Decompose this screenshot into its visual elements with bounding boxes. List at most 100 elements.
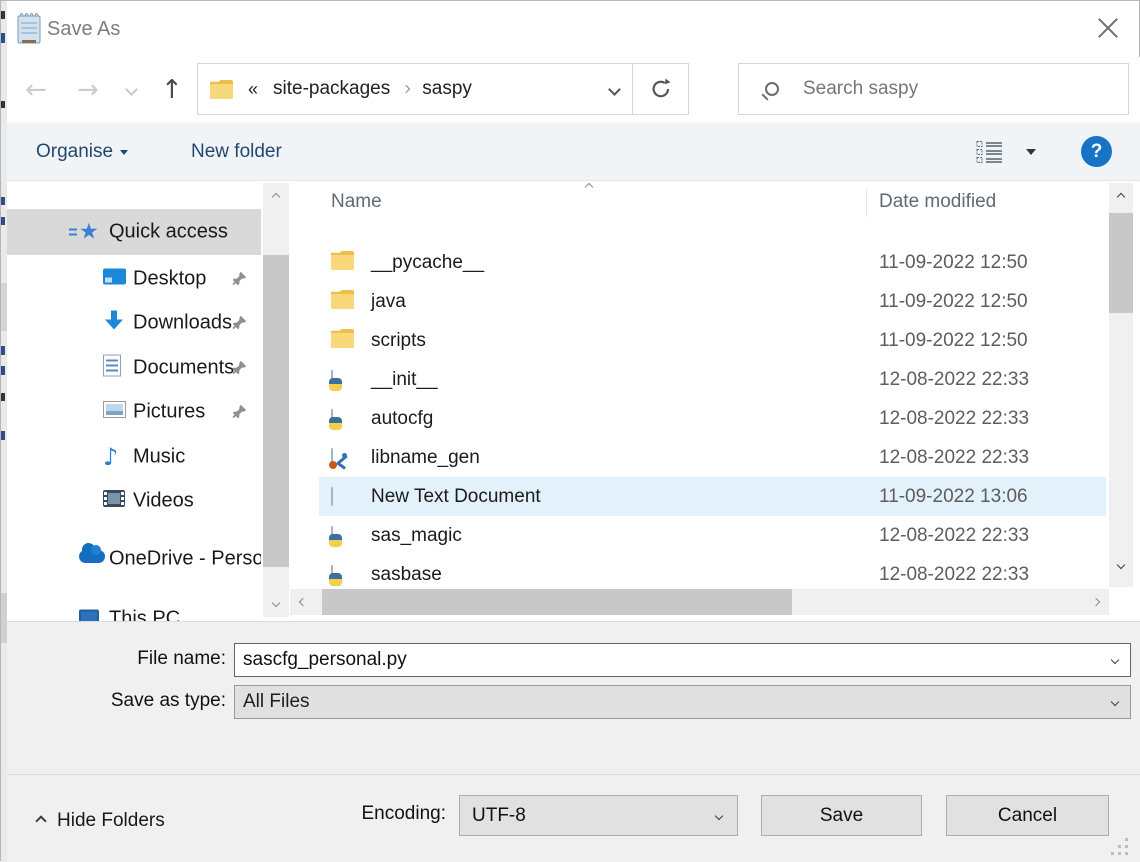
forward-arrow-icon[interactable]: →: [77, 57, 99, 123]
breadcrumb-collapse-chevrons[interactable]: «: [248, 79, 258, 100]
sidebar-item-quick-access[interactable]: ★Quick access: [1, 209, 261, 255]
pushpin-icon: [231, 360, 247, 376]
onedrive-cloud-icon: [79, 550, 105, 563]
sidebar-item-pictures[interactable]: Pictures: [1, 390, 261, 434]
filelist-scroll-up-icon[interactable]: [1109, 189, 1133, 205]
file-row--pycache-[interactable]: __pycache__ 11-09-2022 12:50: [319, 243, 1106, 282]
save-as-type-combobox[interactable]: All Files: [234, 685, 1131, 719]
hide-folders-button[interactable]: Hide Folders: [37, 808, 165, 834]
folder-icon: [210, 80, 233, 99]
file-name-input[interactable]: [235, 649, 1100, 671]
sidebar-item-label: Downloads: [133, 312, 232, 335]
file-row--init-[interactable]: __init__12-08-2022 22:33: [319, 360, 1106, 399]
this-pc-icon: [79, 610, 99, 622]
new-folder-button[interactable]: New folder: [191, 123, 282, 180]
cancel-button[interactable]: Cancel: [946, 795, 1109, 836]
file-name: autocfg: [371, 408, 433, 430]
organise-label: Organise: [36, 141, 113, 162]
sidebar-item-documents[interactable]: Documents: [1, 346, 261, 390]
sidebar-item-label: Videos: [133, 490, 194, 513]
sidebar-item-downloads[interactable]: Downloads: [1, 301, 261, 345]
file-row-java[interactable]: java11-09-2022 12:50: [319, 282, 1106, 321]
save-as-dialog: { "window": { "title": "Save As" }, "nav…: [0, 0, 1140, 861]
encoding-combobox[interactable]: UTF-8: [459, 795, 738, 836]
breadcrumb-segment-saspy[interactable]: saspy: [422, 78, 472, 100]
file-name-combobox[interactable]: [234, 643, 1131, 677]
address-dropdown-icon[interactable]: [596, 64, 632, 114]
scroll-left-icon[interactable]: [294, 589, 312, 615]
encoding-dropdown-icon[interactable]: [701, 813, 737, 819]
python-file-icon: [331, 409, 333, 428]
cancel-button-label: Cancel: [998, 805, 1057, 827]
sidebar-item-this-pc[interactable]: This PC: [1, 597, 261, 621]
filelist-horizontal-scrollbar[interactable]: [290, 589, 1109, 615]
background-window-sliver: [1, 1, 7, 862]
file-list: Name Date modified __pycache__ 11-09-2022…: [289, 181, 1109, 621]
python-file-icon: [331, 370, 333, 389]
file-name: __pycache__: [371, 252, 484, 274]
close-icon[interactable]: [1091, 13, 1125, 45]
sidebar-item-onedrive-person[interactable]: OneDrive - Person: [1, 537, 261, 581]
save-button[interactable]: Save: [761, 795, 922, 836]
file-row-sas-magic[interactable]: sas_magic12-08-2022 22:33: [319, 516, 1106, 555]
scroll-right-icon[interactable]: [1087, 589, 1105, 615]
sidebar-item-label: Quick access: [109, 221, 228, 244]
column-header-name[interactable]: Name: [331, 191, 382, 213]
breadcrumb[interactable]: « site-packages saspy: [198, 64, 596, 114]
file-row-autocfg[interactable]: autocfg12-08-2022 22:33: [319, 399, 1106, 438]
sidebar-item-label: Documents: [133, 357, 234, 380]
up-one-level-icon[interactable]: ↑: [161, 57, 183, 123]
sidebar-item-label: OneDrive - Person: [109, 548, 261, 571]
breadcrumb-segment-site-packages[interactable]: site-packages: [273, 78, 390, 100]
encoding-label: Encoding:: [256, 803, 446, 825]
sidebar-item-music[interactable]: ♪Music: [1, 435, 261, 479]
sidebar-item-label: Music: [133, 446, 185, 469]
resize-grip-icon[interactable]: [1111, 838, 1131, 858]
videos-icon: [103, 490, 125, 507]
column-divider[interactable]: [866, 189, 867, 217]
folder-icon: [331, 329, 354, 348]
file-row-scripts[interactable]: scripts11-09-2022 12:50: [319, 321, 1106, 360]
filelist-scrollbar-thumb[interactable]: [1109, 213, 1133, 313]
search-icon: [765, 82, 779, 96]
navigation-pane: ★Quick accessDesktop Downloads Documents Pi…: [1, 181, 261, 621]
search-box[interactable]: Search saspy: [738, 63, 1129, 115]
details-view-icon[interactable]: [976, 140, 1004, 164]
sidebar-item-desktop[interactable]: Desktop: [1, 257, 261, 301]
pushpin-icon: [231, 315, 247, 331]
file-name: sasbase: [371, 564, 442, 586]
recent-locations-chevron-icon[interactable]: [125, 83, 138, 96]
sidebar-scrollbar-thumb[interactable]: [263, 255, 289, 567]
sidebar-scroll-down-icon[interactable]: [263, 595, 289, 611]
sidebar-item-videos[interactable]: Videos: [1, 479, 261, 523]
sidebar-scroll-up-icon[interactable]: [263, 189, 289, 205]
filelist-vertical-scrollbar[interactable]: [1109, 183, 1133, 587]
file-row-new-text-document[interactable]: New Text Document11-09-2022 13:06: [319, 477, 1106, 516]
file-name: libname_gen: [371, 447, 480, 469]
file-name-dropdown-icon[interactable]: [1100, 657, 1130, 663]
save-as-type-dropdown-icon[interactable]: [1100, 699, 1130, 705]
horizontal-scrollbar-thumb[interactable]: [322, 589, 792, 615]
breadcrumb-separator-icon: [402, 85, 410, 93]
back-arrow-icon[interactable]: ←: [25, 57, 47, 123]
address-bar[interactable]: « site-packages saspy: [197, 63, 689, 115]
downloads-icon: [103, 311, 125, 331]
column-header-date-modified[interactable]: Date modified: [879, 191, 996, 213]
file-date-modified: 12-08-2022 22:33: [879, 447, 1029, 469]
save-as-type-value: All Files: [235, 691, 1100, 713]
encoding-value: UTF-8: [460, 805, 701, 827]
folder-icon: [331, 251, 354, 270]
file-row-libname-gen[interactable]: libname_gen 12-08-2022 22:33: [319, 438, 1106, 477]
file-date-modified: 11-09-2022 12:50: [879, 252, 1028, 274]
sidebar-scrollbar[interactable]: [263, 183, 289, 617]
application-file-icon: [331, 448, 333, 467]
filelist-scroll-down-icon[interactable]: [1109, 557, 1133, 573]
refresh-icon[interactable]: [632, 64, 688, 114]
sort-ascending-icon[interactable]: [585, 183, 593, 191]
view-dropdown-icon[interactable]: [1026, 149, 1036, 155]
file-date-modified: 12-08-2022 22:33: [879, 369, 1029, 391]
search-placeholder: Search saspy: [803, 78, 918, 100]
file-date-modified: 12-08-2022 22:33: [879, 525, 1029, 547]
help-button[interactable]: ?: [1081, 136, 1112, 167]
organise-button[interactable]: Organise: [36, 123, 128, 180]
